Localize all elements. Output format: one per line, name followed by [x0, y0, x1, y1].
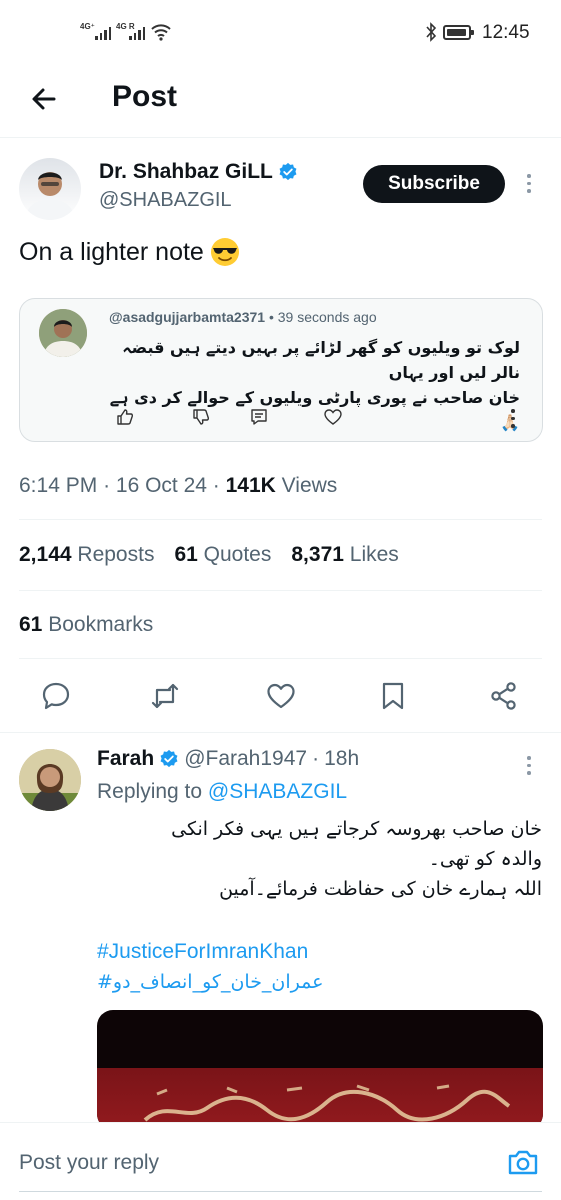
reply-author-name[interactable]: Farah — [97, 747, 154, 771]
replying-to: Replying to @SHABAZGIL — [97, 780, 347, 804]
post-body: On a lighter note — [19, 237, 204, 266]
post-text: On a lighter note — [19, 237, 240, 267]
reply-handle[interactable]: @Farah1947 — [184, 747, 307, 771]
signal-bars-2-icon — [129, 26, 145, 40]
author-name-row[interactable]: Dr. Shahbaz GiLL — [99, 160, 298, 184]
divider — [19, 590, 542, 591]
quotes-stat[interactable]: 61 Quotes — [174, 543, 271, 567]
embed-handle: @asadgujjarbamta2371 — [109, 309, 266, 325]
status-time: 12:45 — [482, 22, 530, 43]
post-time: 6:14 PM — [19, 474, 98, 497]
embedded-post-card[interactable]: @asadgujjarbamta2371 • 39 seconds ago لو… — [19, 298, 543, 442]
likes-label: Likes — [349, 543, 399, 566]
top-header: Post — [0, 66, 561, 138]
replying-to-handle[interactable]: @SHABAZGIL — [208, 780, 347, 803]
subscribe-button[interactable]: Subscribe — [363, 165, 505, 203]
status-bar: 4G⁺ 4G R 12:45 — [0, 0, 561, 66]
verified-badge-icon — [160, 749, 178, 768]
quotes-count: 61 — [174, 543, 198, 566]
reply-text-line: اللہ ہمارے خان کی حفاظت فرمائے۔آمین — [219, 878, 542, 900]
reply-text-line: خان صاحب بھروسہ کرجاتے ہیں یہی فکر انکی — [171, 818, 542, 840]
composer-underline — [19, 1191, 542, 1192]
bookmarks-label: Bookmarks — [48, 613, 154, 636]
embed-avatar — [39, 309, 87, 357]
page-title: Post — [112, 80, 178, 113]
signal-bars-1-icon — [95, 26, 111, 40]
reply-icon[interactable] — [41, 681, 71, 711]
bookmarks-count: 61 — [19, 613, 43, 636]
reposts-count: 2,144 — [19, 543, 72, 566]
repost-icon[interactable] — [150, 681, 180, 711]
share-icon[interactable] — [489, 681, 519, 711]
more-icon[interactable] — [526, 174, 532, 193]
bookmarks-stat[interactable]: 61 Bookmarks — [19, 613, 153, 637]
reply-text: خان صاحب بھروسہ کرجاتے ہیں یہی فکر انکی … — [102, 814, 542, 904]
embed-more-icon[interactable] — [510, 409, 516, 428]
reposts-label: Reposts — [77, 543, 155, 566]
views-label: Views — [281, 474, 338, 497]
likes-count: 8,371 — [291, 543, 344, 566]
post-stats: 2,144 Reposts 61 Quotes 8,371 Likes — [19, 543, 399, 567]
bluetooth-icon — [426, 22, 437, 42]
reply-media-image[interactable] — [97, 1010, 543, 1130]
hashtag-link[interactable]: #JusticeForImranKhan — [97, 940, 308, 964]
embed-time: 39 seconds ago — [277, 309, 377, 325]
embed-heart-icon — [324, 409, 342, 425]
quotes-label: Quotes — [203, 543, 272, 566]
divider — [0, 732, 561, 733]
replying-prefix: Replying to — [97, 780, 203, 803]
reply-text-line: والدہ کو تھی۔ — [428, 848, 542, 870]
reply-time: 18h — [324, 747, 360, 770]
like-icon[interactable] — [266, 681, 296, 711]
signal-label-1: 4G⁺ — [80, 22, 95, 31]
author-handle[interactable]: @SHABAZGIL — [99, 189, 232, 212]
post-meta: 6:14 PM · 16 Oct 24 · 141K Views — [19, 474, 338, 497]
bookmark-icon[interactable] — [378, 681, 408, 711]
post-date: 16 Oct 24 — [115, 474, 207, 497]
author-avatar[interactable] — [19, 158, 81, 220]
embed-comment-icon — [251, 409, 267, 425]
reply-header: Farah @Farah1947 · 18h — [97, 747, 360, 771]
embed-text: لوک تو ویلیوں کو گھر لڑائے پر بہیں دیتے … — [100, 335, 520, 435]
likes-stat[interactable]: 8,371 Likes — [291, 543, 398, 567]
camera-icon[interactable] — [507, 1148, 539, 1176]
reply-composer: Post your reply — [0, 1122, 561, 1200]
embed-text-line: لوک تو ویلیوں کو گھر لڑائے پر بہیں دیتے … — [122, 338, 520, 382]
embed-dislike-icon — [193, 409, 209, 425]
sunglasses-emoji-icon — [210, 238, 239, 266]
embed-like-icon — [117, 409, 133, 425]
reply-avatar[interactable] — [19, 749, 81, 811]
reply-input[interactable]: Post your reply — [19, 1151, 159, 1175]
divider — [19, 658, 542, 659]
author-name[interactable]: Dr. Shahbaz GiLL — [99, 160, 273, 184]
reposts-stat[interactable]: 2,144 Reposts — [19, 543, 154, 567]
views-count: 141K — [225, 474, 276, 497]
verified-badge-icon — [279, 162, 297, 181]
hashtag-link[interactable]: #عمران_خان_کو_انصاف_دو — [97, 971, 323, 993]
reply-more-icon[interactable] — [526, 756, 532, 775]
embed-meta: @asadgujjarbamta2371 • 39 seconds ago — [109, 309, 377, 325]
wifi-icon — [151, 24, 171, 41]
divider — [19, 519, 542, 520]
embed-text-line: خان صاحب نے پوری پارٹی ویلیوں کے حوالے ک… — [109, 388, 520, 432]
back-arrow-icon[interactable] — [28, 83, 60, 115]
battery-icon — [443, 25, 474, 40]
